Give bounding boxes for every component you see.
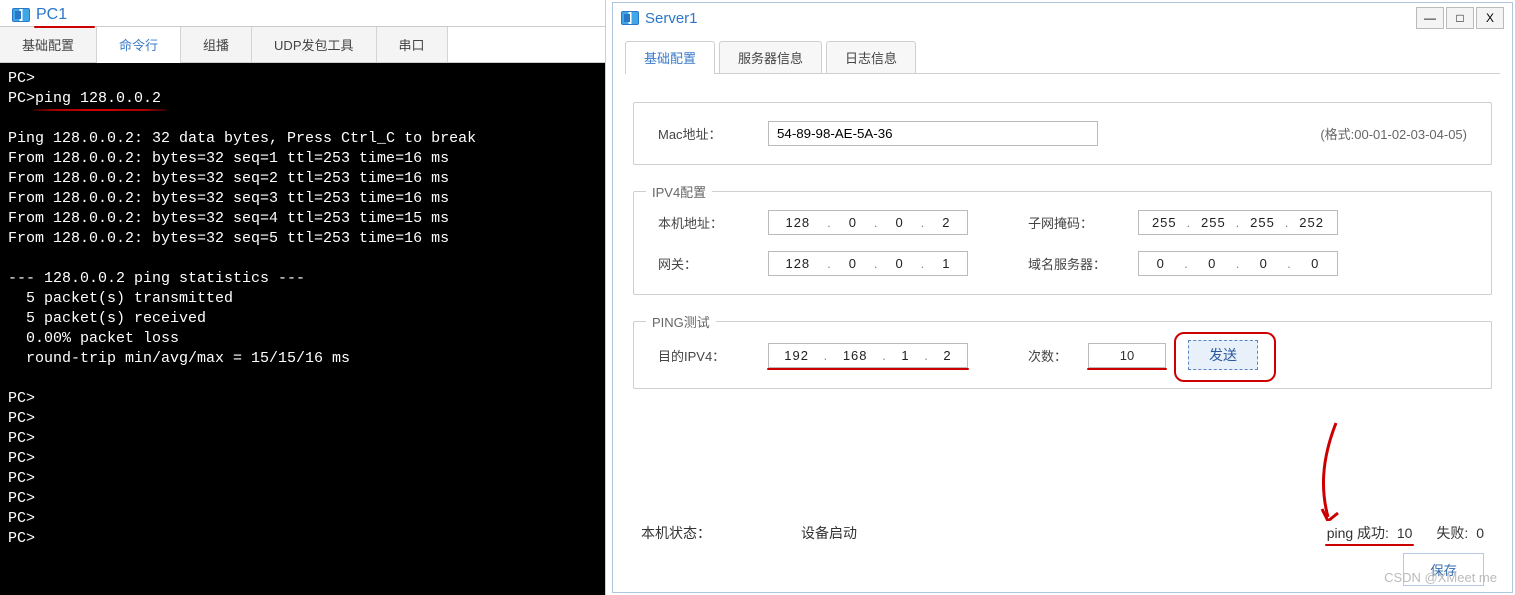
device-status: 设备启动 (801, 523, 857, 543)
gateway-input[interactable]: 128. 0. 0. 1 (768, 251, 968, 276)
close-button[interactable]: X (1476, 7, 1504, 29)
mac-panel: Mac地址： (格式:00-01-02-03-04-05) (633, 102, 1492, 165)
tab-basic-config[interactable]: 基础配置 (625, 41, 715, 73)
ping-ok: ping 成功: 10 (1327, 523, 1413, 543)
maximize-button[interactable]: □ (1446, 7, 1474, 29)
tab-serial[interactable]: 串口 (377, 27, 448, 62)
tab-udp-tool[interactable]: UDP发包工具 (252, 27, 376, 62)
pc1-tabbar: 基础配置 命令行 组播 UDP发包工具 串口 (0, 26, 605, 63)
dest-ip-input[interactable]: 192. 168. 1. 2 (768, 343, 968, 368)
ping-fail: 失败: 0 (1436, 523, 1484, 543)
window-controls: — □ X (1416, 7, 1504, 29)
tab-divider (625, 73, 1500, 74)
dest-ip-label: 目的IPV4： (658, 346, 768, 365)
gateway-label: 网关： (658, 254, 768, 273)
save-button[interactable]: 保存 (1403, 553, 1484, 586)
count-input[interactable]: 10 (1088, 343, 1166, 368)
send-button[interactable]: 发送 (1188, 340, 1258, 370)
tab-cmdline[interactable]: 命令行 (97, 27, 181, 62)
server1-title-text: Server1 (645, 10, 698, 27)
mask-label: 子网掩码： (1028, 213, 1138, 232)
minimize-button[interactable]: — (1416, 7, 1444, 29)
count-label: 次数： (1028, 346, 1088, 365)
ping-panel: PING测试 目的IPV4： 192. 168. 1. 2 次数： 10 发送 (633, 321, 1492, 389)
ipv4-panel: IPV4配置 本机地址： 128. 0. 0. 2 子网掩码： 255. 255… (633, 191, 1492, 295)
tab-server-info[interactable]: 服务器信息 (719, 41, 822, 73)
dns-label: 域名服务器： (1028, 254, 1138, 273)
pc1-window: PC1 基础配置 命令行 组播 UDP发包工具 串口 PC> PC>ping 1… (0, 0, 606, 595)
ensp-icon (621, 11, 639, 25)
dns-input[interactable]: 0. 0. 0. 0 (1138, 251, 1338, 276)
mac-label: Mac地址： (658, 124, 768, 143)
tab-log-info[interactable]: 日志信息 (826, 41, 916, 73)
mac-hint: (格式:00-01-02-03-04-05) (1320, 124, 1467, 143)
server1-titlebar: Server1 — □ X (613, 3, 1512, 33)
ipv4-legend: IPV4配置 (646, 182, 712, 201)
local-ip-label: 本机地址： (658, 213, 768, 232)
mask-input[interactable]: 255. 255. 255. 252 (1138, 210, 1338, 235)
mac-input[interactable] (768, 121, 1098, 146)
pc1-titlebar: PC1 (0, 0, 605, 26)
server1-window: Server1 — □ X 基础配置 服务器信息 日志信息 Mac地址： (格式… (612, 2, 1513, 593)
status-bar: 本机状态： 设备启动 ping 成功: 10 失败: 0 (613, 513, 1512, 553)
tab-basic-config[interactable]: 基础配置 (0, 27, 97, 62)
server1-tabbar: 基础配置 服务器信息 日志信息 (625, 41, 1500, 73)
ensp-icon (12, 8, 30, 22)
annotation-arrow (1316, 421, 1356, 521)
pc1-title-text: PC1 (36, 6, 67, 24)
local-ip-input[interactable]: 128. 0. 0. 2 (768, 210, 968, 235)
tab-multicast[interactable]: 组播 (181, 27, 252, 62)
ping-legend: PING测试 (646, 312, 716, 331)
terminal-output[interactable]: PC> PC>ping 128.0.0.2 Ping 128.0.0.2: 32… (0, 63, 605, 595)
host-status-label: 本机状态： (641, 523, 711, 543)
